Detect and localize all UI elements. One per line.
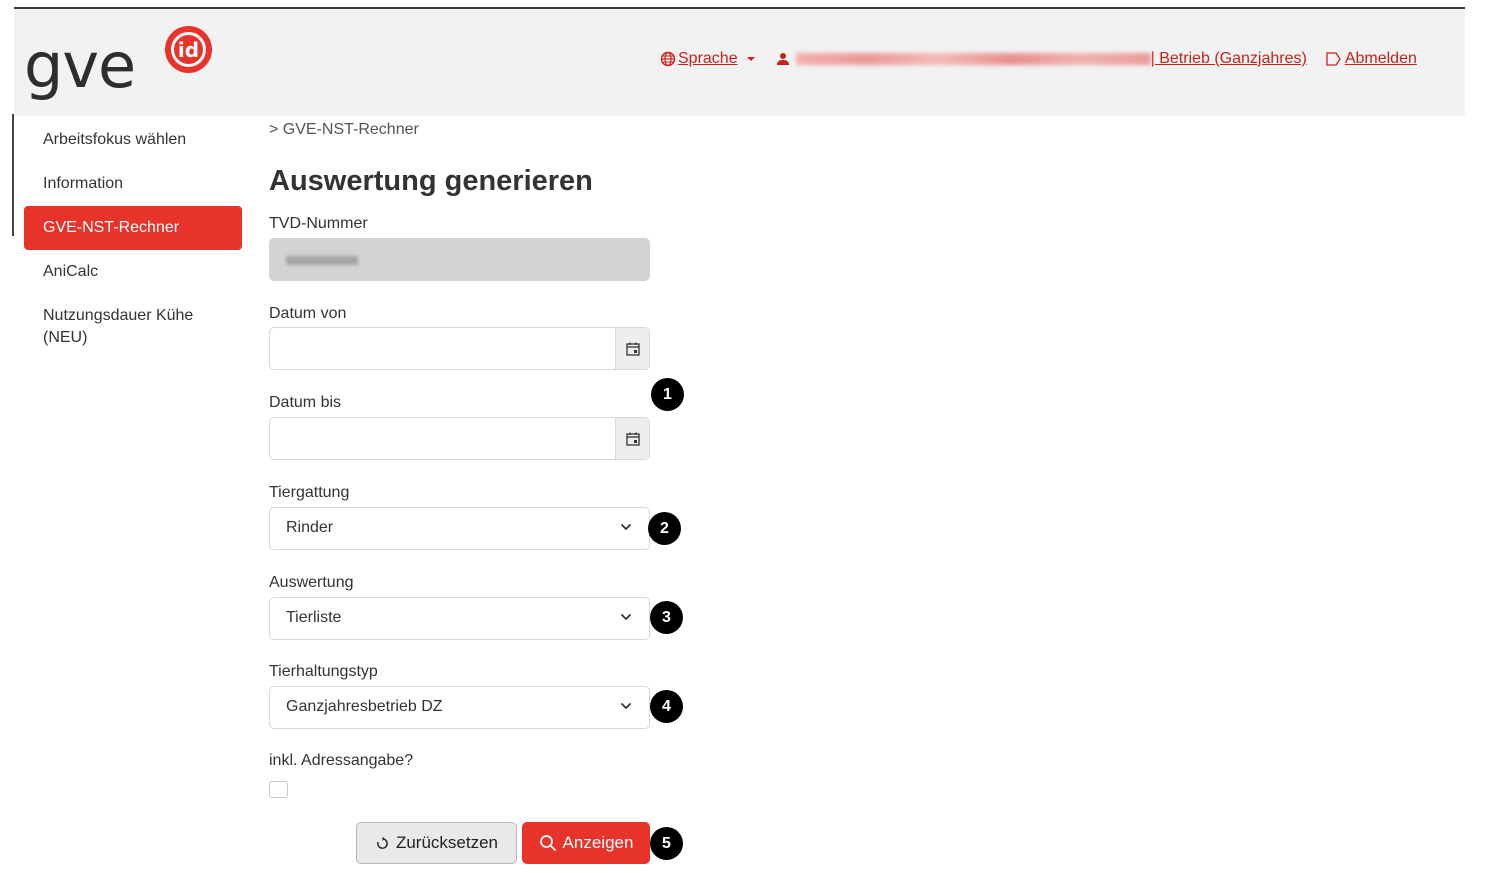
tvd-field — [269, 238, 650, 281]
sidebar-item-information[interactable]: Information — [24, 162, 242, 206]
logout-icon — [1326, 52, 1341, 66]
tvd-value-redacted — [286, 256, 358, 265]
auswertung-select[interactable]: Tierliste — [269, 597, 650, 640]
datum-bis-calendar-button[interactable] — [615, 418, 649, 459]
refresh-icon — [377, 836, 388, 849]
header: gve id Sprache | Betrieb (Ganzjahres) Ab… — [14, 9, 1465, 116]
chevron-down-icon — [621, 524, 631, 530]
marker-4: 4 — [650, 690, 683, 723]
tvd-label: TVD-Nummer — [269, 215, 368, 232]
sidebar-rule — [12, 114, 14, 236]
datum-von-input[interactable] — [270, 328, 616, 369]
logo-badge-text: id — [171, 32, 206, 67]
calendar-icon — [625, 432, 640, 446]
auswertung-value: Tierliste — [286, 609, 342, 626]
search-icon — [539, 835, 556, 851]
page-title: Auswertung generieren — [269, 165, 593, 197]
sidebar-item-anicalc[interactable]: AniCalc — [24, 250, 242, 294]
tiergattung-select[interactable]: Rinder — [269, 507, 650, 550]
chevron-down-icon — [621, 703, 631, 709]
sidebar-item-arbeitsfokus[interactable]: Arbeitsfokus wählen — [24, 118, 242, 162]
datum-von-field — [269, 327, 650, 370]
calendar-icon — [625, 342, 640, 356]
datum-von-calendar-button[interactable] — [615, 328, 649, 369]
logout-link[interactable]: Abmelden — [1345, 50, 1417, 68]
datum-von-label: Datum von — [269, 305, 347, 322]
sidebar-item-nutzungsdauer[interactable]: Nutzungsdauer Kühe (NEU) — [24, 294, 224, 360]
reset-button-label: Zurücksetzen — [395, 833, 499, 852]
sidebar-item-gve-nst-rechner[interactable]: GVE-NST-Rechner — [24, 206, 242, 250]
tiergattung-value: Rinder — [286, 519, 334, 536]
top-navigation: Sprache | Betrieb (Ganzjahres) Abmelden — [660, 50, 1417, 68]
user-icon — [776, 53, 789, 65]
sidebar: Arbeitsfokus wählen Information GVE-NST-… — [24, 118, 242, 360]
user-name-redacted[interactable] — [795, 53, 1151, 65]
caret-down-icon — [746, 57, 755, 61]
tierhaltungstyp-value: Ganzjahresbetrieb DZ — [286, 698, 443, 715]
adresse-checkbox[interactable] — [269, 781, 288, 798]
tierhaltungstyp-label: Tierhaltungstyp — [269, 663, 378, 680]
auswertung-label: Auswertung — [269, 574, 354, 591]
show-button[interactable]: Anzeigen — [522, 822, 650, 864]
marker-1: 1 — [651, 378, 684, 411]
reset-button[interactable]: Zurücksetzen — [356, 822, 517, 864]
datum-bis-input[interactable] — [270, 418, 616, 459]
globe-icon — [660, 51, 676, 67]
chevron-down-icon — [621, 614, 631, 620]
marker-5: 5 — [650, 827, 683, 860]
tierhaltungstyp-select[interactable]: Ganzjahresbetrieb DZ — [269, 686, 650, 729]
datum-bis-field — [269, 417, 650, 460]
logo[interactable]: gve — [24, 29, 136, 102]
breadcrumb: > GVE-NST-Rechner — [269, 121, 419, 138]
language-link[interactable]: Sprache — [678, 50, 738, 68]
tiergattung-label: Tiergattung — [269, 484, 350, 501]
show-button-label: Anzeigen — [562, 833, 634, 852]
datum-bis-label: Datum bis — [269, 394, 342, 411]
adresse-label: inkl. Adressangabe? — [269, 752, 414, 769]
logo-badge: id — [165, 26, 212, 73]
logo-text: gve — [24, 29, 136, 102]
business-link[interactable]: | Betrieb (Ganzjahres) — [1151, 50, 1307, 68]
marker-3: 3 — [650, 601, 683, 634]
marker-2: 2 — [648, 512, 681, 545]
